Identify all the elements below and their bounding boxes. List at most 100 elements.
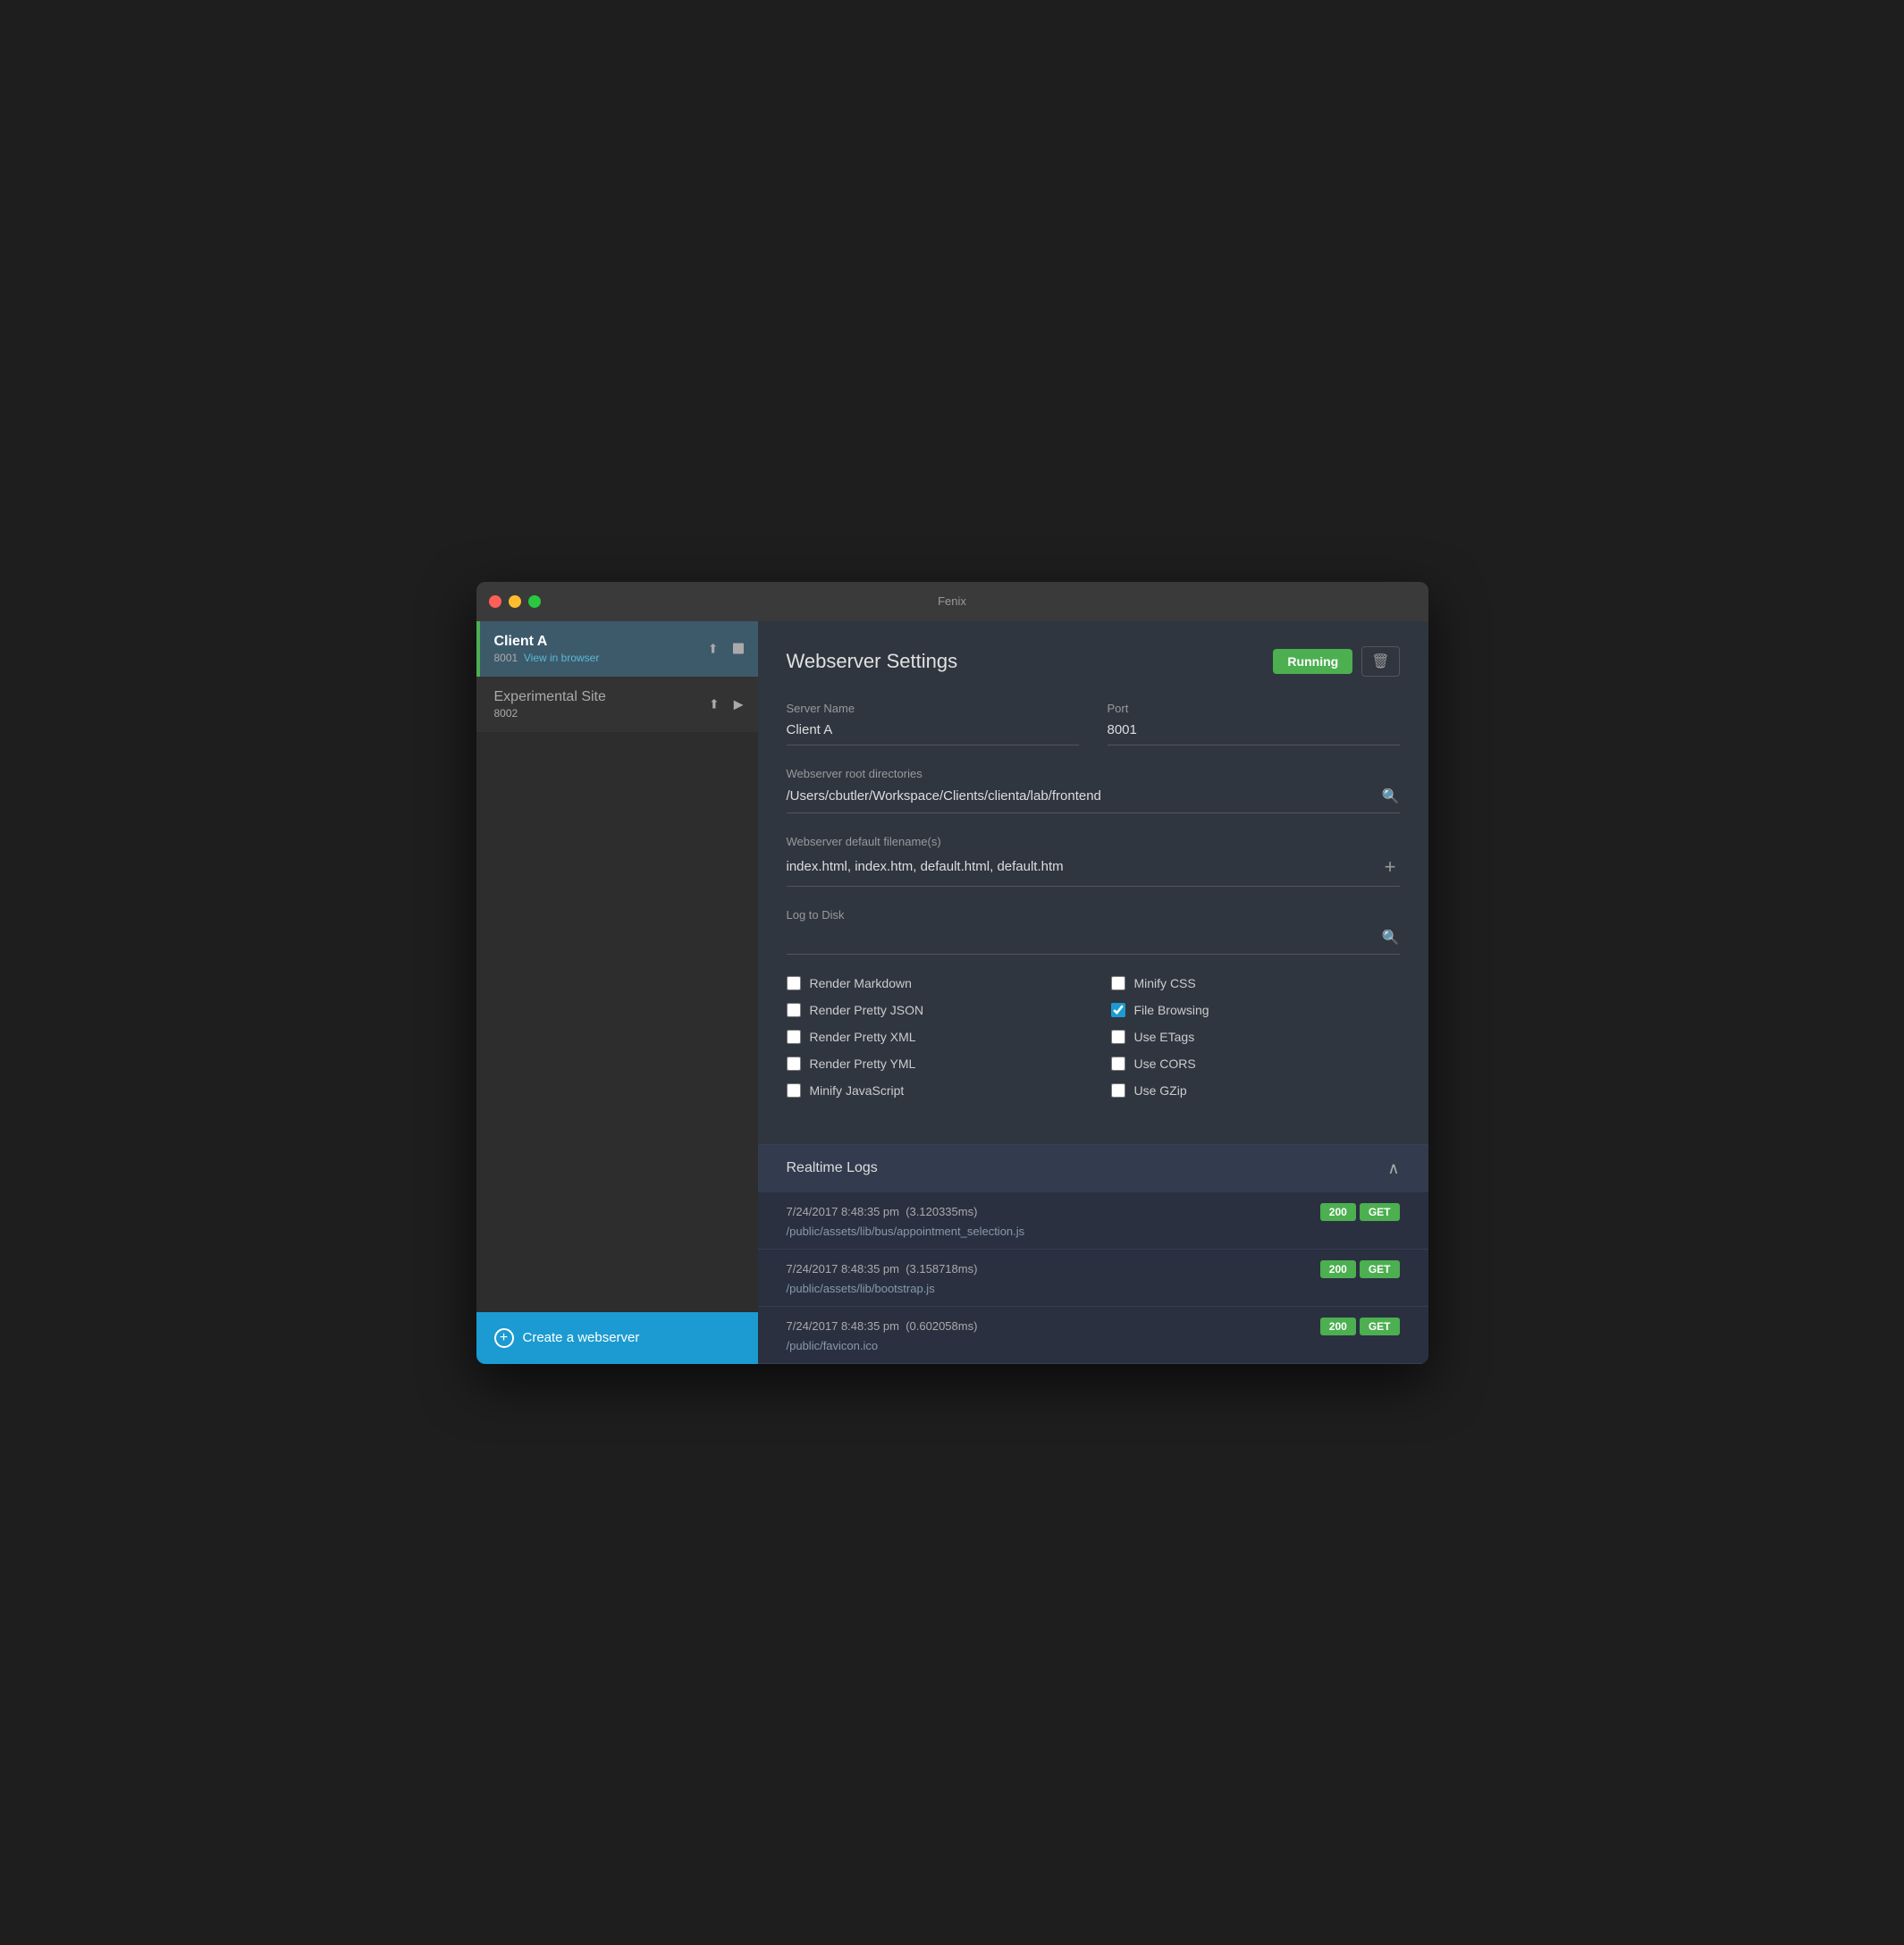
checkbox-label-use-etags: Use ETags [1134, 1030, 1195, 1044]
root-dirs-value[interactable]: /Users/cbutler/Workspace/Clients/clienta… [787, 788, 1382, 804]
log-disk-value[interactable] [787, 930, 1382, 945]
log-disk-label: Log to Disk [787, 908, 1400, 922]
root-dirs-label: Webserver root directories [787, 767, 1400, 780]
log-badges: 200 GET [1320, 1260, 1400, 1278]
status-badge: 200 [1320, 1203, 1356, 1221]
search-icon-log[interactable]: 🔍 [1382, 929, 1400, 947]
logs-header[interactable]: Realtime Logs ∧ [758, 1145, 1428, 1192]
checkbox-label-render-pretty-json: Render Pretty JSON [810, 1003, 924, 1017]
minimize-button[interactable] [509, 595, 521, 608]
app-body: Client A 8001 View in browser ⬆ Experime… [476, 621, 1428, 1364]
log-entries: 7/24/2017 8:48:35 pm (3.120335ms) 200 GE… [758, 1192, 1428, 1364]
create-webserver-button[interactable]: + Create a webserver [476, 1312, 758, 1364]
stop-icon [733, 644, 744, 654]
settings-title: Webserver Settings [787, 650, 958, 673]
checkbox-item-file-browsing[interactable]: File Browsing [1111, 1003, 1400, 1017]
server-item-client-a[interactable]: Client A 8001 View in browser ⬆ [476, 621, 758, 677]
port-value[interactable]: 8001 [1108, 722, 1400, 745]
log-entry-header: 7/24/2017 8:48:35 pm (3.120335ms) 200 GE… [787, 1203, 1400, 1221]
log-timestamp: 7/24/2017 8:48:35 pm (3.158718ms) [787, 1262, 978, 1276]
method-badge: GET [1360, 1260, 1400, 1278]
stop-button-client-a[interactable] [729, 642, 747, 656]
checkbox-render-pretty-yml[interactable] [787, 1057, 801, 1071]
play-button-experimental[interactable]: ▶ [730, 695, 747, 713]
default-files-label: Webserver default filename(s) [787, 835, 1400, 848]
checkbox-file-browsing[interactable] [1111, 1003, 1125, 1017]
window-title: Fenix [938, 594, 966, 608]
settings-header: Webserver Settings Running 🗑 [787, 646, 1400, 677]
checkbox-use-gzip[interactable] [1111, 1083, 1125, 1098]
trash-icon: 🗑 [1371, 654, 1389, 669]
log-path: /public/assets/lib/bootstrap.js [787, 1282, 1400, 1295]
plus-circle-icon: + [494, 1328, 514, 1348]
maximize-button[interactable] [528, 595, 541, 608]
logs-toggle-icon[interactable]: ∧ [1387, 1159, 1399, 1178]
checkbox-label-minify-javascript: Minify JavaScript [810, 1083, 905, 1098]
logs-title: Realtime Logs [787, 1160, 878, 1176]
play-icon: ▶ [734, 696, 744, 711]
add-filename-button[interactable]: + [1381, 855, 1400, 879]
log-timestamp: 7/24/2017 8:48:35 pm (3.120335ms) [787, 1205, 978, 1218]
checkbox-item-use-gzip[interactable]: Use GZip [1111, 1083, 1400, 1098]
view-in-browser-link[interactable]: View in browser [524, 652, 599, 664]
checkboxes-section: Render Markdown Minify CSS Render Pretty J… [787, 976, 1400, 1098]
port-field: Port 8001 [1108, 702, 1400, 745]
checkbox-item-use-cors[interactable]: Use CORS [1111, 1057, 1400, 1071]
checkbox-label-render-pretty-yml: Render Pretty YML [810, 1057, 916, 1071]
checkbox-use-cors[interactable] [1111, 1057, 1125, 1071]
log-entry: 7/24/2017 8:48:35 pm (0.602058ms) 200 GE… [758, 1307, 1428, 1364]
checkbox-minify-javascript[interactable] [787, 1083, 801, 1098]
running-status-badge[interactable]: Running [1273, 649, 1352, 674]
delete-server-button[interactable]: 🗑 [1361, 646, 1399, 677]
checkbox-item-render-pretty-yml[interactable]: Render Pretty YML [787, 1057, 1075, 1071]
log-path: /public/assets/lib/bus/appointment_selec… [787, 1225, 1400, 1238]
checkbox-label-minify-css: Minify CSS [1134, 976, 1196, 990]
root-dirs-row: /Users/cbutler/Workspace/Clients/clienta… [787, 787, 1400, 813]
sidebar: Client A 8001 View in browser ⬆ Experime… [476, 621, 758, 1364]
traffic-lights [489, 595, 541, 608]
checkbox-label-use-cors: Use CORS [1134, 1057, 1196, 1071]
checkbox-item-minify-css[interactable]: Minify CSS [1111, 976, 1400, 990]
app-window: Fenix Client A 8001 View in browser ⬆ [476, 582, 1428, 1364]
server-name-label: Server Name [787, 702, 1079, 715]
log-disk-row: 🔍 [787, 929, 1400, 955]
server-item-experimental[interactable]: Experimental Site 8002 ⬆ ▶ [476, 677, 758, 732]
checkbox-render-pretty-xml[interactable] [787, 1030, 801, 1044]
default-files-value[interactable]: index.html, index.htm, default.html, def… [787, 859, 1381, 874]
share-button-client-a[interactable]: ⬆ [704, 639, 722, 658]
sidebar-spacer [476, 732, 758, 1312]
log-disk-field: Log to Disk 🔍 [787, 908, 1400, 955]
title-bar: Fenix [476, 582, 1428, 621]
checkbox-item-render-pretty-xml[interactable]: Render Pretty XML [787, 1030, 1075, 1044]
log-path: /public/favicon.ico [787, 1339, 1400, 1352]
logs-section: Realtime Logs ∧ 7/24/2017 8:48:35 pm (3.… [758, 1144, 1428, 1364]
default-files-row: index.html, index.htm, default.html, def… [787, 855, 1400, 887]
checkbox-item-minify-javascript[interactable]: Minify JavaScript [787, 1083, 1075, 1098]
server-actions-experimental: ⬆ ▶ [705, 695, 747, 713]
create-webserver-label: Create a webserver [523, 1330, 640, 1345]
checkbox-render-markdown[interactable] [787, 976, 801, 990]
checkbox-render-pretty-json[interactable] [787, 1003, 801, 1017]
root-dirs-field: Webserver root directories /Users/cbutle… [787, 767, 1400, 813]
checkbox-item-render-pretty-json[interactable]: Render Pretty JSON [787, 1003, 1075, 1017]
close-button[interactable] [489, 595, 501, 608]
checkbox-use-etags[interactable] [1111, 1030, 1125, 1044]
server-name-value[interactable]: Client A [787, 722, 1079, 745]
checkbox-label-file-browsing: File Browsing [1134, 1003, 1209, 1017]
checkbox-label-use-gzip: Use GZip [1134, 1083, 1187, 1098]
server-actions-client-a: ⬆ [704, 639, 747, 658]
checkbox-item-render-markdown[interactable]: Render Markdown [787, 976, 1075, 990]
checkbox-item-use-etags[interactable]: Use ETags [1111, 1030, 1400, 1044]
method-badge: GET [1360, 1203, 1400, 1221]
checkbox-minify-css[interactable] [1111, 976, 1125, 990]
status-badge: 200 [1320, 1318, 1356, 1335]
share-icon: ⬆ [708, 641, 719, 656]
search-icon-root[interactable]: 🔍 [1382, 787, 1400, 805]
header-actions: Running 🗑 [1273, 646, 1399, 677]
share-button-experimental[interactable]: ⬆ [705, 695, 723, 713]
checkboxes-grid: Render Markdown Minify CSS Render Pretty J… [787, 976, 1400, 1098]
server-name-field: Server Name Client A [787, 702, 1079, 745]
checkbox-label-render-pretty-xml: Render Pretty XML [810, 1030, 916, 1044]
server-name-port-row: Server Name Client A Port 8001 [787, 702, 1400, 745]
status-badge: 200 [1320, 1260, 1356, 1278]
